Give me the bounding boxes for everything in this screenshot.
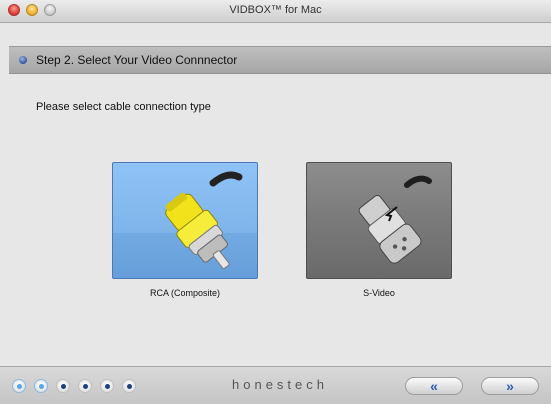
progress-dot-4 — [78, 379, 92, 393]
progress-dot-2 — [34, 379, 48, 393]
rca-connector-icon — [113, 171, 257, 278]
step-title: Step 2. Select Your Video Connnector — [36, 53, 238, 67]
window-title: VIDBOX™ for Mac — [229, 4, 322, 16]
progress-dot-6 — [122, 379, 136, 393]
rca-option-label: RCA (Composite) — [149, 288, 221, 298]
rca-option-card[interactable] — [112, 162, 258, 279]
app-window: VIDBOX™ for Mac Step 2. Select Your Vide… — [0, 0, 551, 404]
title-bar: VIDBOX™ for Mac — [0, 0, 551, 23]
brand-logo: honestech — [232, 377, 328, 392]
svideo-connector-icon — [358, 175, 432, 264]
progress-dot-3 — [56, 379, 70, 393]
step-bullet-icon — [19, 56, 27, 64]
step-header: Step 2. Select Your Video Connnector — [9, 46, 551, 74]
svideo-option-card[interactable] — [306, 162, 452, 279]
progress-dot-1 — [12, 379, 26, 393]
next-button[interactable]: » — [481, 377, 539, 395]
bottom-bar: honestech « » — [0, 366, 551, 404]
progress-dot-5 — [100, 379, 114, 393]
svideo-option-label: S-Video — [363, 288, 395, 298]
instruction-text: Please select cable connection type — [36, 101, 211, 113]
back-button[interactable]: « — [405, 377, 463, 395]
